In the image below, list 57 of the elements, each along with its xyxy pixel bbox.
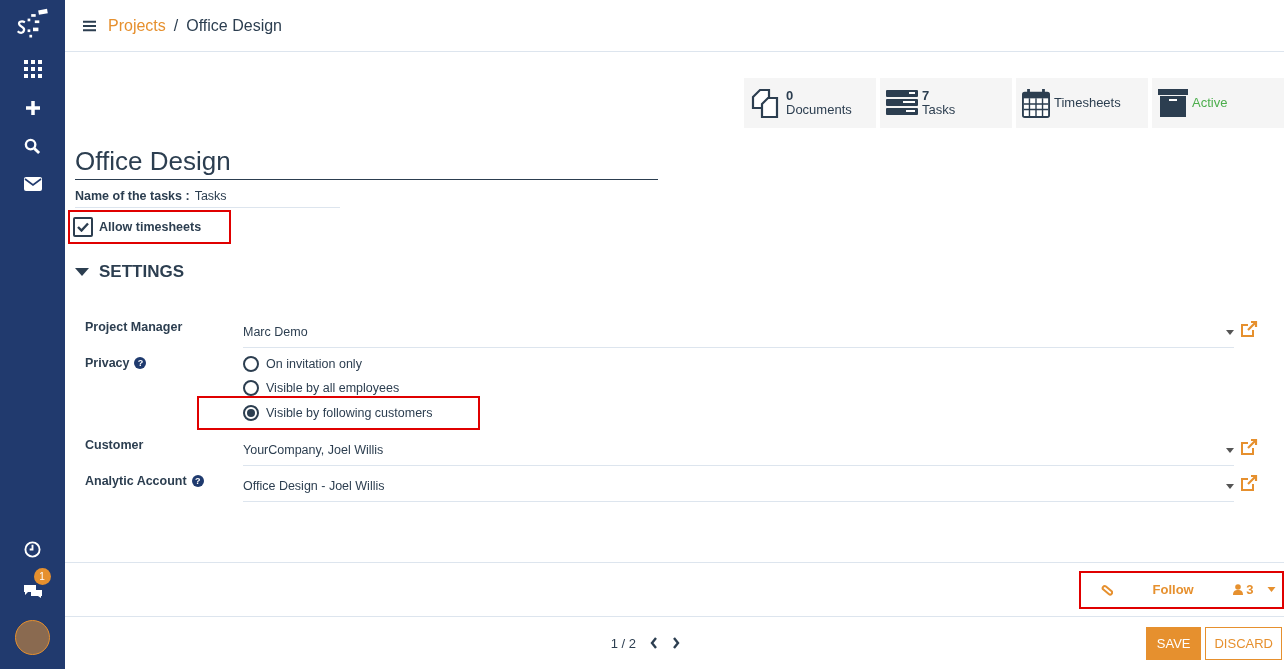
checkmark-icon xyxy=(77,222,89,232)
stat-count: 0 xyxy=(786,89,794,103)
notification-badge: 1 xyxy=(33,568,51,585)
checkbox[interactable] xyxy=(73,217,93,237)
search-icon[interactable] xyxy=(24,138,41,155)
section-title: SETTINGS xyxy=(99,262,184,282)
field-label: Name of the tasks : xyxy=(75,189,190,203)
field-label: Privacy xyxy=(85,356,130,370)
checkbox-label: Allow timesheets xyxy=(99,220,202,234)
radio-button[interactable] xyxy=(243,405,259,421)
stat-button[interactable]: Timesheets xyxy=(1016,78,1148,128)
stat-label: Documents xyxy=(786,103,852,117)
field-label: Analytic Account xyxy=(85,474,187,488)
breadcrumb-current: Office Design xyxy=(186,16,282,35)
radio-button[interactable] xyxy=(243,380,259,396)
select-field[interactable]: Office Design - Joel Willis xyxy=(243,474,1234,502)
apps-grid-icon[interactable] xyxy=(23,60,42,78)
radio-button[interactable] xyxy=(243,356,259,372)
select-field[interactable]: Marc Demo xyxy=(243,320,1234,348)
radio-label: Visible by all employees xyxy=(266,381,400,395)
caret-icon[interactable] xyxy=(1226,483,1234,489)
menu-icon[interactable] xyxy=(83,19,96,32)
radio-option[interactable]: Visible by following customers xyxy=(197,396,480,430)
breadcrumb-separator: / xyxy=(173,16,179,35)
person-icon xyxy=(1233,584,1244,595)
field-value: Tasks xyxy=(194,189,227,203)
envelope-icon[interactable] xyxy=(23,177,42,191)
stat-count: 7 xyxy=(922,89,930,103)
pager-value: 1 / 2 xyxy=(610,635,637,651)
plus-icon[interactable] xyxy=(24,100,41,116)
record-title: Office Design xyxy=(75,146,658,180)
stat-button[interactable]: 0 Documents xyxy=(744,78,876,128)
stat-button[interactable]: 7 Tasks xyxy=(880,78,1012,128)
caret-icon[interactable] xyxy=(1226,329,1234,335)
caret-icon[interactable] xyxy=(1226,447,1234,453)
archive-box-icon xyxy=(1158,89,1188,117)
chevron-right-icon[interactable] xyxy=(672,637,681,649)
radio-label: Visible by following customers xyxy=(266,406,433,420)
stat-label: Active xyxy=(1192,96,1228,110)
chat-icon[interactable] xyxy=(21,582,44,598)
stat-label: Tasks xyxy=(922,103,956,117)
help-icon[interactable]: ? xyxy=(191,475,204,487)
chevron-left-icon[interactable] xyxy=(650,637,659,649)
clock-icon[interactable] xyxy=(24,541,41,558)
caret-icon[interactable] xyxy=(75,268,89,276)
field-label: Project Manager xyxy=(85,320,183,334)
field-label: Customer xyxy=(85,438,144,452)
list-icon xyxy=(886,89,918,117)
checkbox-row[interactable]: Allow timesheets xyxy=(68,210,231,244)
radio-label: On invitation only xyxy=(266,357,362,371)
paperclip-icon[interactable] xyxy=(1101,583,1113,596)
help-icon[interactable]: ? xyxy=(134,357,147,369)
avatar[interactable] xyxy=(15,620,50,655)
select-field[interactable]: YourCompany, Joel Willis xyxy=(243,438,1234,466)
calendar-icon xyxy=(1022,87,1050,119)
stat-label: Timesheets xyxy=(1054,96,1121,110)
radio-option[interactable]: On invitation only xyxy=(197,352,480,376)
